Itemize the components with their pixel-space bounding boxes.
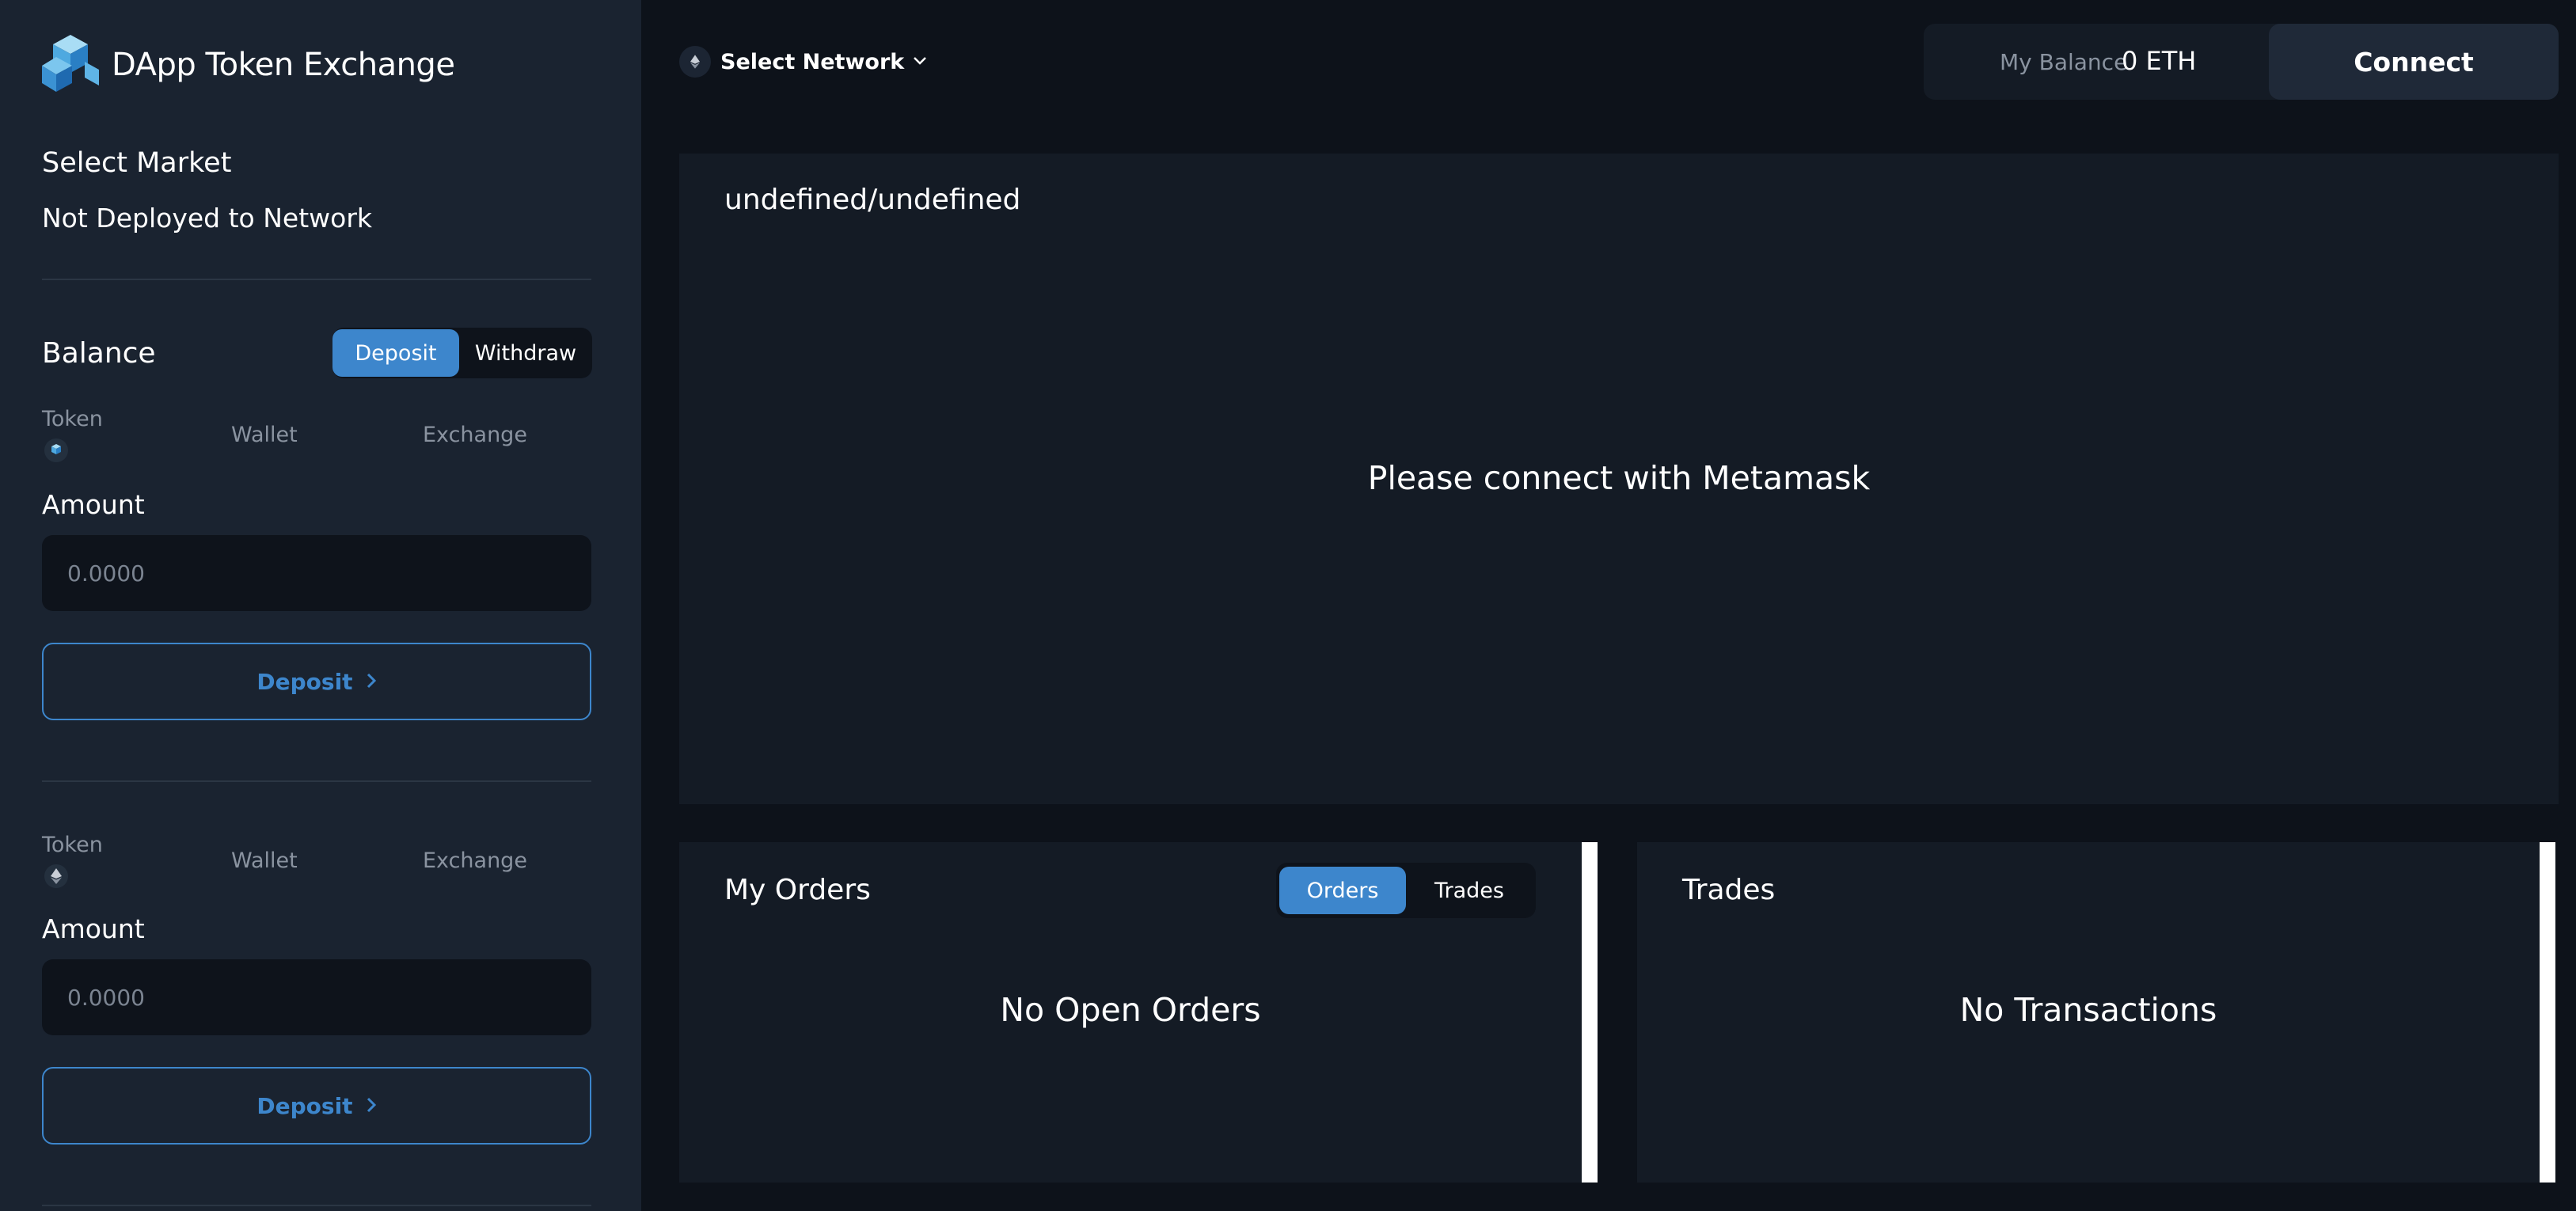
divider (42, 1205, 591, 1206)
cube-logo-icon (42, 33, 99, 97)
col-exchange: Exchange (423, 423, 527, 447)
trades-title: Trades (1682, 874, 1776, 906)
brand-title: DApp Token Exchange (112, 47, 455, 83)
deposit-button[interactable]: Deposit (42, 643, 591, 720)
price-chart-panel: undefined/undefined Please connect with … (679, 154, 2559, 804)
market-status[interactable]: Not Deployed to Network (42, 203, 372, 233)
amount-label: Amount (42, 913, 145, 944)
col-wallet: Wallet (231, 423, 298, 447)
trades-panel: Trades No Transactions (1637, 842, 2540, 1183)
scrollbar[interactable] (2540, 842, 2555, 1183)
trades-tab[interactable]: Trades (1406, 867, 1533, 914)
network-select-label: Select Network (720, 49, 905, 74)
dapp-token-icon (44, 438, 68, 462)
balance-label: My Balance (2000, 49, 2128, 75)
chevron-right-icon (366, 1093, 377, 1119)
orders-trades-toggle: Orders Trades (1276, 863, 1536, 918)
no-transactions-message: No Transactions (1959, 991, 2217, 1029)
chevron-right-icon (366, 669, 377, 695)
divider (42, 279, 591, 280)
balance-value: 0 ETH (2122, 46, 2197, 76)
select-market-heading: Select Market (42, 147, 232, 179)
connect-metamask-message: Please connect with Metamask (1367, 459, 1871, 497)
balance-heading: Balance (42, 337, 156, 370)
brand: DApp Token Exchange (42, 33, 455, 97)
amount-label: Amount (42, 489, 145, 520)
deposit-button-label: Deposit (256, 1092, 353, 1119)
sidebar: DApp Token Exchange Select Market Not De… (0, 0, 641, 1211)
withdraw-tab[interactable]: Withdraw (459, 329, 592, 377)
no-open-orders-message: No Open Orders (1000, 991, 1261, 1029)
orders-tab[interactable]: Orders (1279, 867, 1406, 914)
col-wallet: Wallet (231, 848, 298, 873)
col-token: Token (42, 407, 103, 431)
my-orders-title: My Orders (724, 874, 871, 906)
amount-input[interactable] (42, 535, 591, 611)
col-exchange: Exchange (423, 848, 527, 873)
col-token: Token (42, 833, 103, 857)
divider (42, 780, 591, 782)
eth-icon (44, 864, 68, 888)
chevron-down-icon (912, 55, 928, 70)
market-pair-title: undefined/undefined (724, 184, 1021, 216)
deposit-tab[interactable]: Deposit (332, 329, 459, 377)
deposit-button-label: Deposit (256, 668, 353, 695)
account-balance: My Balance 0 ETH Connect (1924, 24, 2559, 100)
deposit-button[interactable]: Deposit (42, 1067, 591, 1145)
eth-icon (679, 46, 711, 78)
network-select[interactable]: Select Network (679, 46, 928, 78)
deposit-withdraw-toggle: Deposit Withdraw (332, 328, 592, 378)
scrollbar[interactable] (1582, 842, 1598, 1183)
amount-input[interactable] (42, 959, 591, 1035)
my-orders-panel: My Orders Orders Trades No Open Orders (679, 842, 1582, 1183)
connect-button[interactable]: Connect (2269, 24, 2559, 100)
